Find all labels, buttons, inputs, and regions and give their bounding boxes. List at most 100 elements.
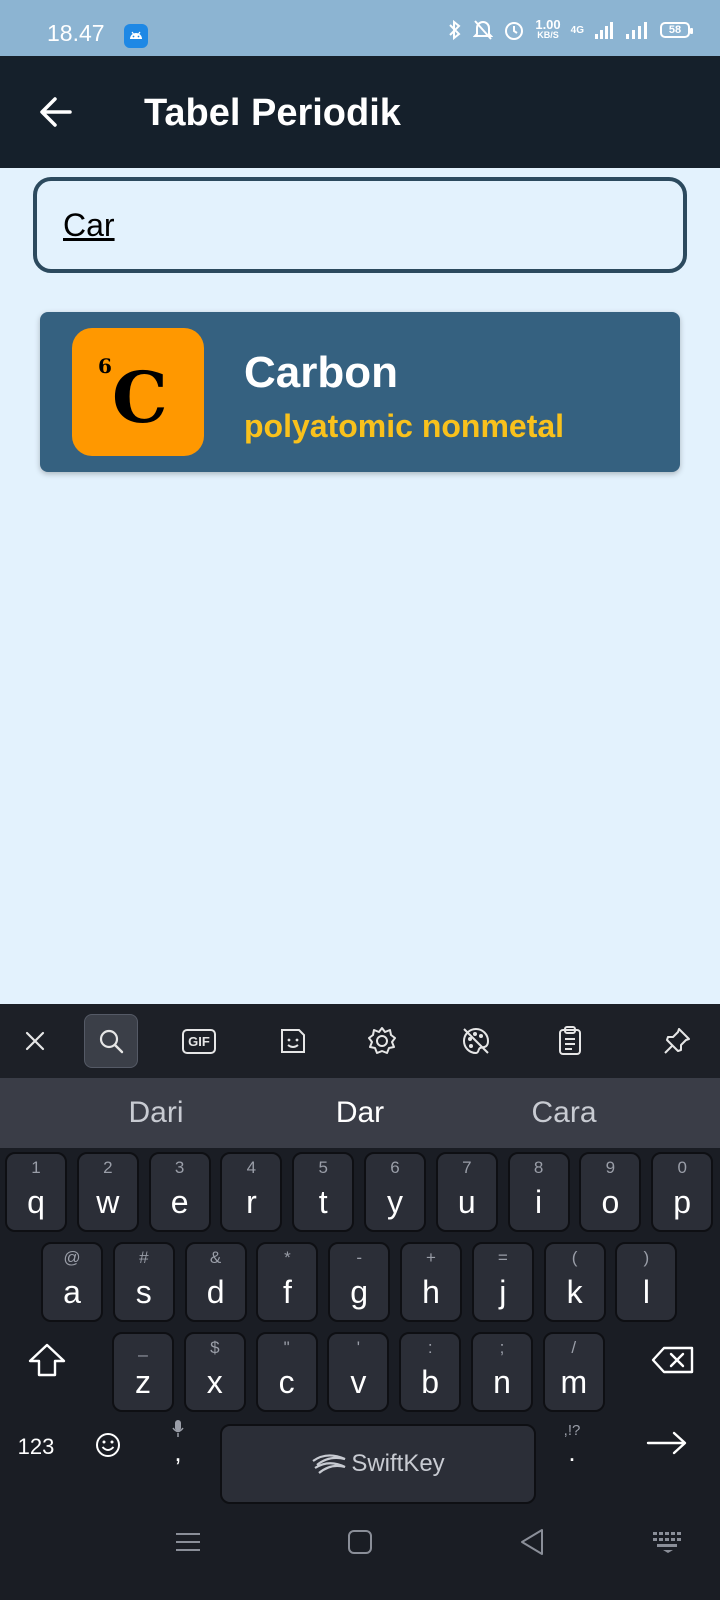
numbers-key[interactable]: 123 — [10, 1422, 62, 1472]
key-hint: 8 — [533, 1158, 544, 1177]
key-p[interactable]: 0p — [651, 1152, 714, 1232]
home-button[interactable] — [340, 1522, 380, 1562]
comma-label: , — [174, 1437, 182, 1467]
close-toolbar-button[interactable] — [8, 1014, 62, 1068]
key-f[interactable]: * f — [256, 1242, 319, 1322]
search-toolbar-button[interactable] — [84, 1014, 138, 1068]
key-label: r — [246, 1184, 257, 1220]
key-i[interactable]: 8i — [507, 1152, 570, 1232]
suggestion-1[interactable]: Dari — [56, 1096, 256, 1130]
backspace-icon — [651, 1346, 694, 1374]
pin-button[interactable] — [650, 1014, 704, 1068]
key-label: o — [601, 1184, 620, 1220]
key-y[interactable]: 6y — [364, 1152, 426, 1232]
atomic-number: 6 — [98, 354, 112, 378]
comma-key[interactable]: , — [158, 1406, 198, 1476]
key-hint: : — [427, 1338, 433, 1357]
key-label: t — [318, 1184, 328, 1220]
shift-icon — [28, 1343, 66, 1377]
settings-button[interactable] — [355, 1014, 409, 1068]
key-label: n — [493, 1364, 511, 1400]
back-nav-button[interactable] — [512, 1522, 552, 1562]
suggestion-2[interactable]: Dar — [260, 1096, 460, 1130]
suggestion-3[interactable]: Cara — [464, 1096, 664, 1130]
sticker-button[interactable] — [266, 1014, 320, 1068]
key-hint: 7 — [462, 1158, 472, 1177]
key-h[interactable]: + h — [400, 1242, 462, 1322]
key-s[interactable]: # s — [112, 1242, 175, 1322]
key-q[interactable]: 1q — [5, 1152, 67, 1232]
gif-icon: GIF — [182, 1028, 216, 1054]
key-hint: " — [283, 1338, 290, 1357]
key-label: u — [457, 1184, 476, 1220]
key-hint: ' — [356, 1338, 361, 1357]
suggestion-bar: Dari Dar Cara — [0, 1078, 720, 1148]
key-j[interactable]: = j — [471, 1242, 534, 1322]
key-e[interactable]: 3e — [148, 1152, 211, 1232]
period-key[interactable]: ,!? . — [552, 1408, 592, 1478]
close-icon — [25, 1031, 45, 1051]
key-r[interactable]: 4r — [220, 1152, 283, 1232]
search-input[interactable] — [63, 199, 653, 251]
key-label: i — [535, 1184, 543, 1220]
pin-icon — [664, 1028, 690, 1054]
palette-icon — [463, 1027, 490, 1055]
key-a[interactable]: @ a — [41, 1242, 103, 1322]
clipboard-icon — [559, 1026, 581, 1055]
bluetooth-icon — [449, 19, 461, 41]
gear-icon — [368, 1027, 396, 1054]
key-hint: = — [497, 1248, 508, 1267]
element-result-card[interactable]: 6 C Carbon polyatomic nonmetal — [40, 312, 680, 472]
network-type: 4G — [570, 24, 584, 36]
gif-button[interactable]: GIF — [172, 1014, 226, 1068]
status-time: 18.47 — [47, 20, 105, 46]
key-o[interactable]: 9o — [579, 1152, 642, 1232]
back-button[interactable] — [32, 88, 80, 136]
key-label: d — [206, 1274, 225, 1310]
key-z[interactable]: _ z — [112, 1332, 174, 1412]
key-k[interactable]: (k — [543, 1242, 606, 1322]
page-title: Tabel Periodik — [144, 92, 401, 134]
system-nav-bar — [0, 1504, 720, 1600]
key-u[interactable]: 7u — [435, 1152, 498, 1232]
key-g[interactable]: -g — [328, 1242, 391, 1322]
key-label: p — [673, 1184, 692, 1220]
key-n[interactable]: ; n — [471, 1332, 533, 1412]
key-hint: ) — [643, 1248, 650, 1267]
key-t[interactable]: 5t — [292, 1152, 355, 1232]
emoji-key[interactable] — [88, 1420, 128, 1470]
key-w[interactable]: 2w — [76, 1152, 139, 1232]
keyboard-hide-button[interactable] — [648, 1522, 688, 1562]
key-x[interactable]: $ x — [183, 1332, 246, 1412]
key-label: y — [387, 1184, 403, 1220]
enter-key[interactable] — [642, 1418, 692, 1468]
speed-unit: KB/S — [537, 30, 559, 40]
recents-button[interactable] — [168, 1522, 208, 1562]
key-d[interactable]: & d — [184, 1242, 247, 1322]
keyboard-icon — [653, 1532, 681, 1553]
key-hint: 1 — [31, 1158, 41, 1177]
element-name: Carbon — [244, 348, 398, 397]
key-hint: + — [426, 1248, 436, 1267]
themes-button[interactable] — [449, 1014, 503, 1068]
status-icons: 1.00 KB/S 4G 58 — [447, 14, 693, 46]
key-l[interactable]: ) l — [615, 1242, 678, 1322]
signal-icon-2 — [626, 22, 647, 39]
shift-key[interactable] — [22, 1334, 72, 1386]
period-label: . — [568, 1436, 576, 1467]
key-v[interactable]: ' v — [327, 1332, 390, 1412]
key-b[interactable]: :b — [399, 1332, 462, 1412]
home-square-icon — [348, 1530, 372, 1554]
key-label: x — [206, 1364, 223, 1400]
key-m[interactable]: / m — [542, 1332, 605, 1412]
space-key[interactable]: SwiftKey — [220, 1424, 536, 1504]
key-c[interactable]: " c — [255, 1332, 318, 1412]
network-speed: 1.00 KB/S — [535, 17, 561, 41]
key-label: j — [499, 1274, 507, 1310]
backspace-key[interactable] — [648, 1334, 698, 1386]
keyboard-toolbar: GIF — [0, 1004, 720, 1078]
key-hint: * — [284, 1248, 291, 1267]
key-label: w — [96, 1184, 120, 1220]
clipboard-button[interactable] — [543, 1014, 597, 1068]
speed-value: 1.00 — [535, 17, 561, 32]
